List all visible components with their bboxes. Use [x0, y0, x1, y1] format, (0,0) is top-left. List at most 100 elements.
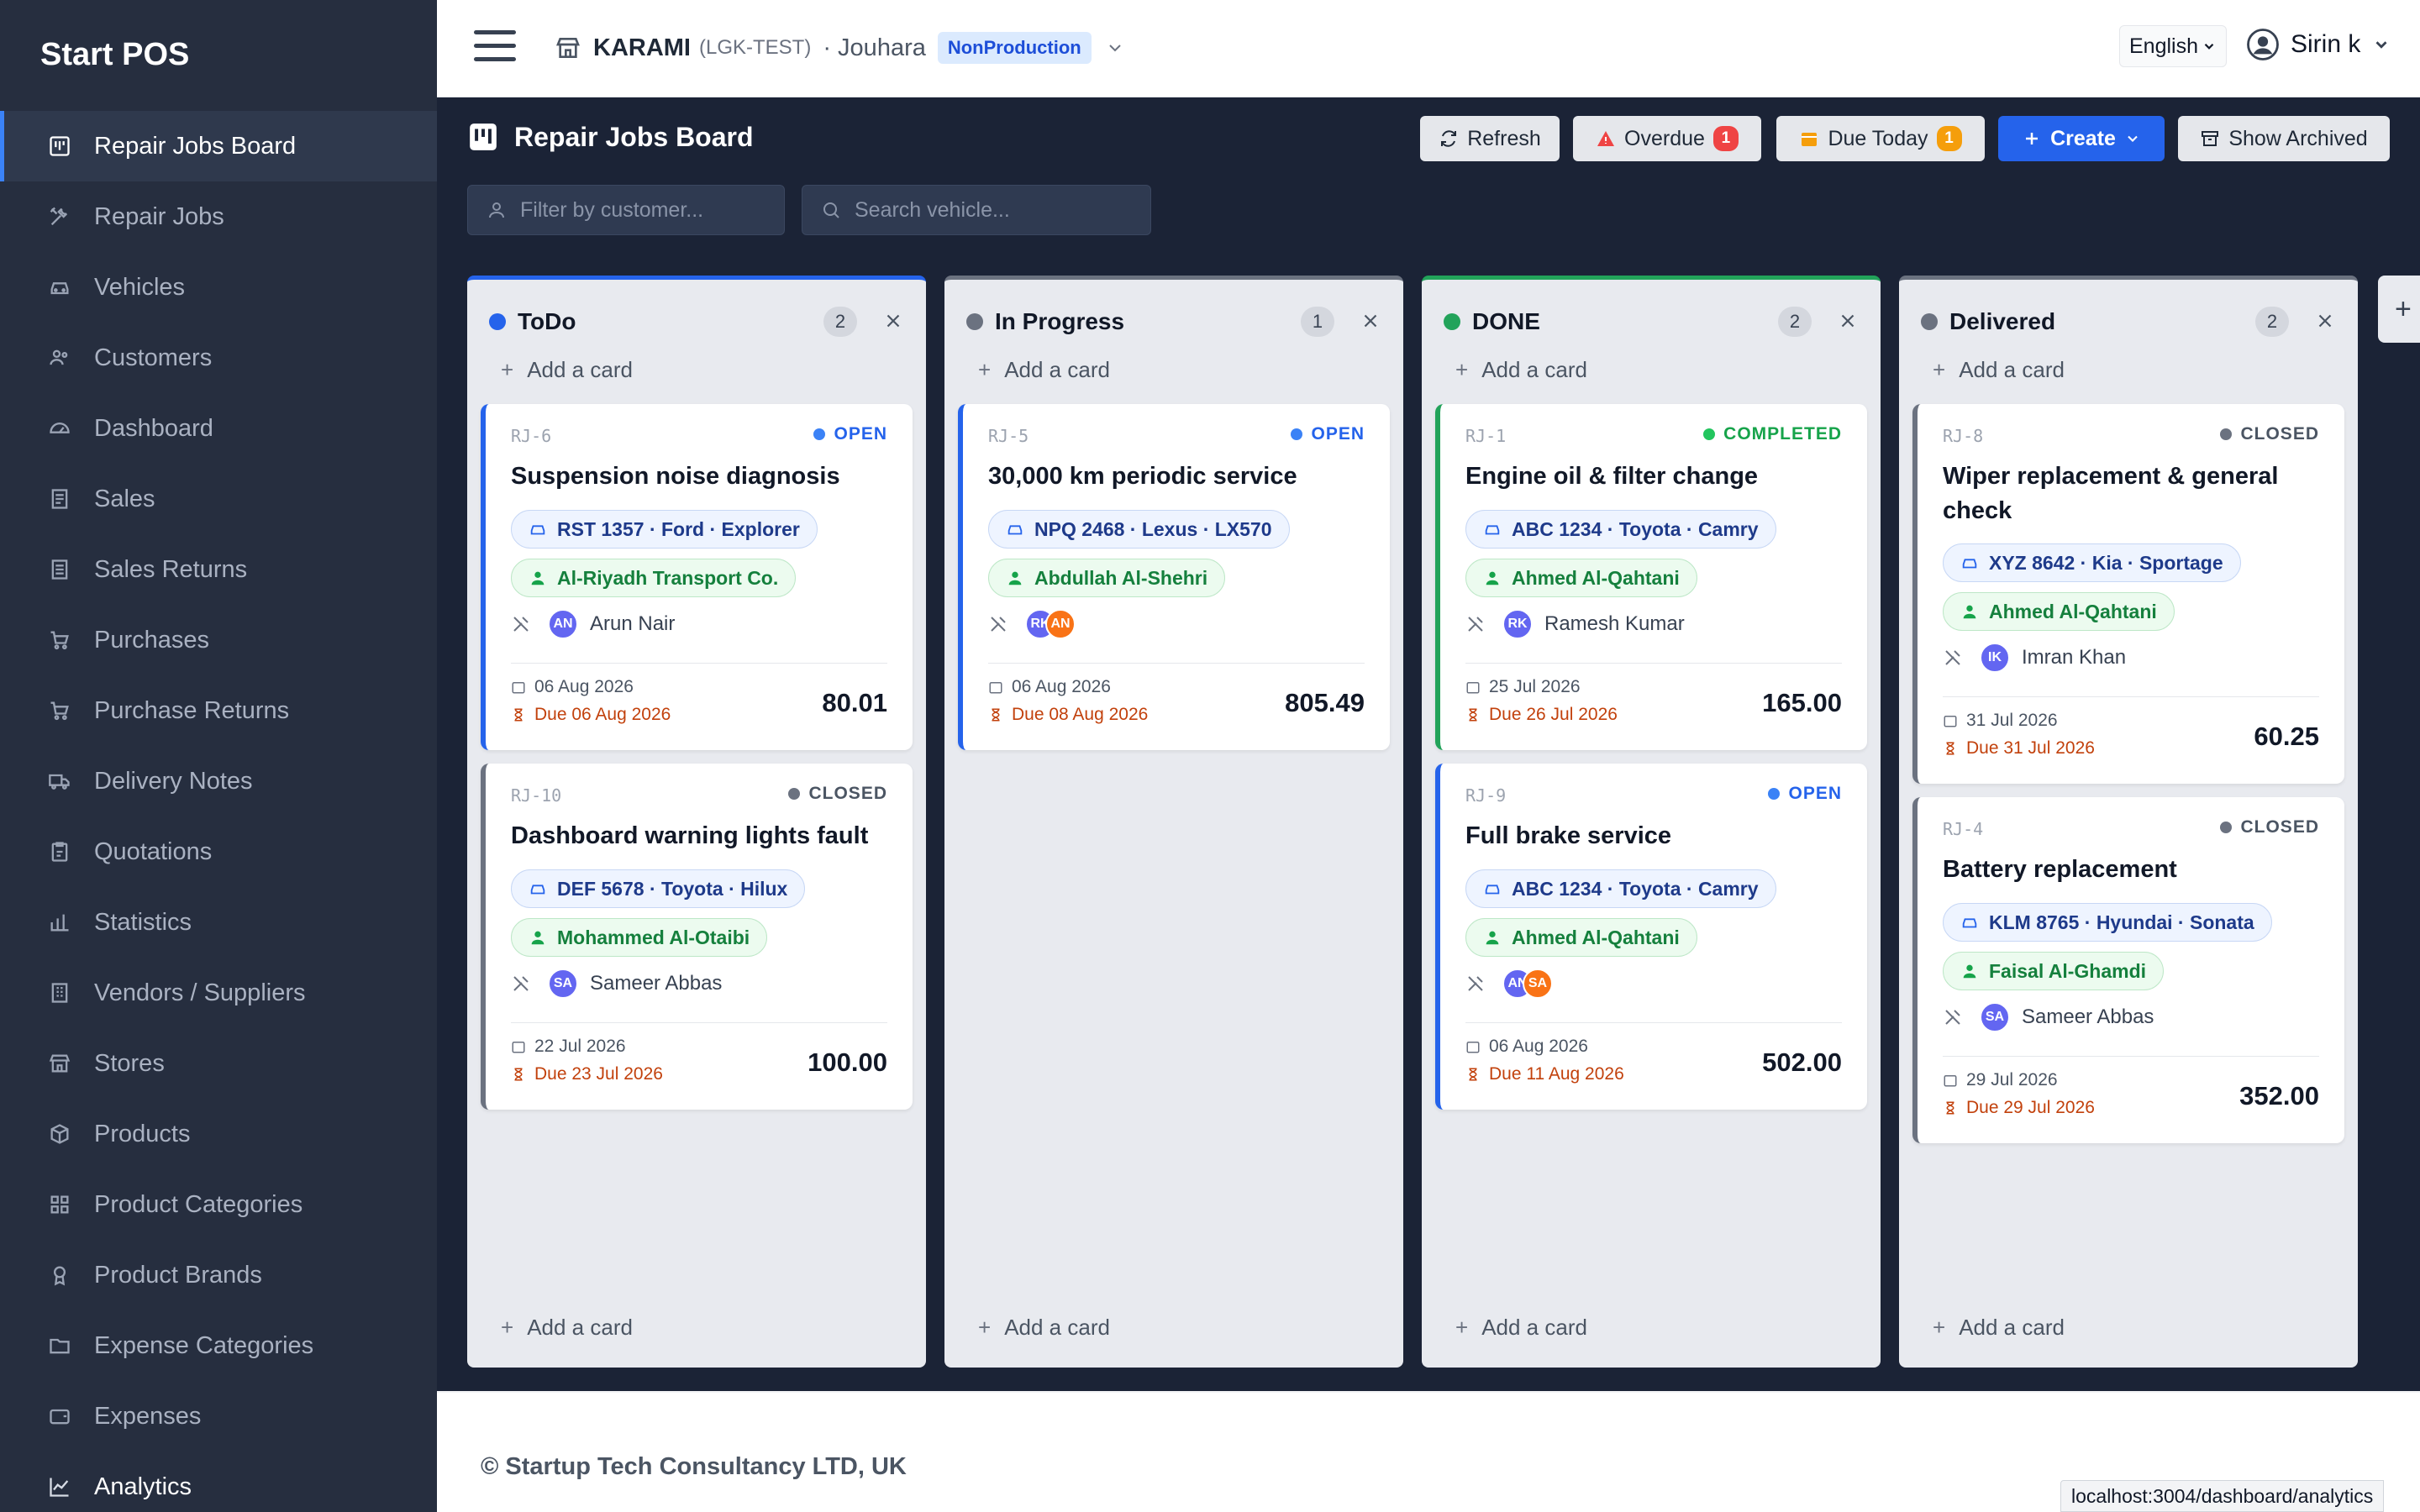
sidebar-item-delivery-notes[interactable]: Delivery Notes — [0, 746, 437, 816]
sidebar-item-purchase-returns[interactable]: Purchase Returns — [0, 675, 437, 746]
dates: 29 Jul 2026 Due 29 Jul 2026 — [1943, 1066, 2095, 1121]
vehicle-chip[interactable]: ABC 1234 · Toyota · Camry — [1465, 869, 1776, 908]
plus-icon: + — [2395, 292, 2412, 325]
show-archived-button[interactable]: Show Archived — [2178, 116, 2390, 161]
vehicle-chip[interactable]: RST 1357 · Ford · Explorer — [511, 510, 818, 549]
column-title[interactable]: DONE — [1472, 308, 1540, 335]
due-today-filter-button[interactable]: Due Today 1 — [1776, 116, 1985, 161]
column-header: DONE 2 — [1444, 305, 1859, 339]
sidebar-item-label: Customers — [94, 344, 213, 371]
vehicle-chip[interactable]: KLM 8765 · Hyundai · Sonata — [1943, 903, 2272, 942]
sidebar-item-vehicles[interactable]: Vehicles — [0, 252, 437, 323]
job-card[interactable]: RJ-4 CLOSED Battery replacement KLM 8765… — [1912, 797, 2344, 1143]
job-id: RJ-10 — [511, 785, 562, 806]
vehicle-chip[interactable]: XYZ 8642 · Kia · Sportage — [1943, 543, 2241, 582]
vehicle-text: RST 1357 · Ford · Explorer — [557, 517, 800, 540]
add-card-button[interactable]: + Add a card — [501, 357, 633, 383]
sidebar-item-quotations[interactable]: Quotations — [0, 816, 437, 887]
customer-chip[interactable]: Ahmed Al-Qahtani — [1465, 559, 1697, 597]
sidebar-item-label: Expense Categories — [94, 1331, 314, 1359]
job-card[interactable]: RJ-6 OPEN Suspension noise diagnosis RST… — [481, 404, 913, 750]
user-icon — [1963, 964, 1976, 979]
refresh-button[interactable]: Refresh — [1420, 116, 1560, 161]
sidebar-item-product-brands[interactable]: Product Brands — [0, 1240, 437, 1310]
page-title-text: Repair Jobs Board — [514, 121, 754, 152]
menu-toggle-button[interactable] — [474, 30, 516, 66]
job-title: Suspension noise diagnosis — [511, 463, 840, 490]
customer-chip[interactable]: Ahmed Al-Qahtani — [1465, 918, 1697, 957]
technician-name: Ramesh Kumar — [1544, 612, 1685, 635]
sidebar-item-label: Product Brands — [94, 1261, 262, 1289]
car-icon — [1962, 559, 1977, 569]
column-delivered: Delivered 2 + Add a card RJ-8 CLOSED Wipe… — [1899, 276, 2358, 1368]
car-icon — [1007, 525, 1023, 535]
status-badge: CLOSED — [2220, 424, 2319, 444]
column-title[interactable]: ToDo — [518, 308, 576, 335]
overdue-filter-button[interactable]: Overdue 1 — [1573, 116, 1761, 161]
vehicle-text: ABC 1234 · Toyota · Camry — [1512, 877, 1759, 900]
customer-filter[interactable] — [467, 185, 785, 235]
sidebar-item-analytics[interactable]: Analytics — [0, 1452, 437, 1512]
job-card[interactable]: RJ-9 OPEN Full brake service ABC 1234 · … — [1435, 764, 1867, 1110]
create-button[interactable]: Create — [1998, 116, 2165, 161]
close-icon[interactable] — [882, 310, 904, 332]
add-card-button[interactable]: + Add a card — [978, 357, 1110, 383]
vehicle-search[interactable] — [802, 185, 1151, 235]
customer-chip[interactable]: Faisal Al-Ghamdi — [1943, 952, 2165, 990]
tools-icon — [1468, 617, 1483, 632]
user-icon — [1963, 605, 1976, 619]
column-header: In Progress 1 — [966, 305, 1381, 339]
sidebar-item-expenses[interactable]: Expenses — [0, 1381, 437, 1452]
vehicle-chip[interactable]: NPQ 2468 · Lexus · LX570 — [988, 510, 1290, 549]
add-column-button[interactable]: + — [2378, 276, 2420, 343]
job-card[interactable]: RJ-10 CLOSED Dashboard warning lights fa… — [481, 764, 913, 1110]
column-title[interactable]: In Progress — [995, 308, 1124, 335]
vehicle-search-input[interactable] — [855, 197, 1107, 223]
hourglass-icon — [1946, 1101, 1954, 1114]
close-icon[interactable] — [2314, 310, 2336, 332]
add-card-button[interactable]: + Add a card — [1933, 1315, 2065, 1341]
technicians: SA Sameer Abbas — [1943, 1002, 2154, 1032]
organization-switcher[interactable]: KARAMI (LGK-TEST) · Jouhara NonProductio… — [555, 32, 1137, 64]
job-card[interactable]: RJ-1 COMPLETED Engine oil & filter chang… — [1435, 404, 1867, 750]
archive-icon — [2202, 131, 2219, 146]
job-card[interactable]: RJ-8 CLOSED Wiper replacement & general … — [1912, 404, 2344, 784]
customer-chip[interactable]: Mohammed Al-Otaibi — [511, 918, 768, 957]
sidebar-item-products[interactable]: Products — [0, 1099, 437, 1169]
column-header: ToDo 2 — [489, 305, 904, 339]
add-card-button[interactable]: + Add a card — [501, 1315, 633, 1341]
vehicle-chip[interactable]: DEF 5678 · Toyota · Hilux — [511, 869, 806, 908]
sidebar-item-product-categories[interactable]: Product Categories — [0, 1169, 437, 1240]
status-text: OPEN — [834, 424, 887, 444]
vehicle-chip[interactable]: ABC 1234 · Toyota · Camry — [1465, 510, 1776, 549]
customer-chip[interactable]: Abdullah Al-Shehri — [988, 559, 1226, 597]
sidebar-item-customers[interactable]: Customers — [0, 323, 437, 393]
language-select[interactable]: English — [2119, 25, 2227, 67]
sidebar-item-expense-categories[interactable]: Expense Categories — [0, 1310, 437, 1381]
add-card-button[interactable]: + Add a card — [1455, 357, 1587, 383]
sidebar-item-purchases[interactable]: Purchases — [0, 605, 437, 675]
sidebar-item-dashboard[interactable]: Dashboard — [0, 393, 437, 464]
close-icon[interactable] — [1837, 310, 1859, 332]
sidebar-item-repair-jobs-board[interactable]: Repair Jobs Board — [0, 111, 437, 181]
sidebar-item-statistics[interactable]: Statistics — [0, 887, 437, 958]
add-card-button[interactable]: + Add a card — [1455, 1315, 1587, 1341]
sidebar-item-sales[interactable]: Sales — [0, 464, 437, 534]
sidebar-item-vendors-suppliers[interactable]: Vendors / Suppliers — [0, 958, 437, 1028]
close-icon[interactable] — [1360, 310, 1381, 332]
brand-logo-text[interactable]: Start POS — [40, 37, 189, 73]
job-card[interactable]: RJ-5 OPEN 30,000 km periodic service NPQ… — [958, 404, 1390, 750]
customer-chip[interactable]: Ahmed Al-Qahtani — [1943, 592, 2175, 631]
column-title[interactable]: Delivered — [1949, 308, 2055, 335]
add-card-button[interactable]: + Add a card — [1933, 357, 2065, 383]
due-date: Due 26 Jul 2026 — [1489, 704, 1618, 724]
add-card-button[interactable]: + Add a card — [978, 1315, 1110, 1341]
status-badge: OPEN — [813, 424, 887, 444]
customer-chip[interactable]: Al-Riyadh Transport Co. — [511, 559, 797, 597]
sidebar-item-sales-returns[interactable]: Sales Returns — [0, 534, 437, 605]
customer-filter-input[interactable] — [520, 197, 772, 223]
sidebar-item-repair-jobs[interactable]: Repair Jobs — [0, 181, 437, 252]
dates: 06 Aug 2026 Due 11 Aug 2026 — [1465, 1032, 1624, 1088]
user-menu[interactable]: Sirin k — [2245, 27, 2391, 62]
sidebar-item-stores[interactable]: Stores — [0, 1028, 437, 1099]
